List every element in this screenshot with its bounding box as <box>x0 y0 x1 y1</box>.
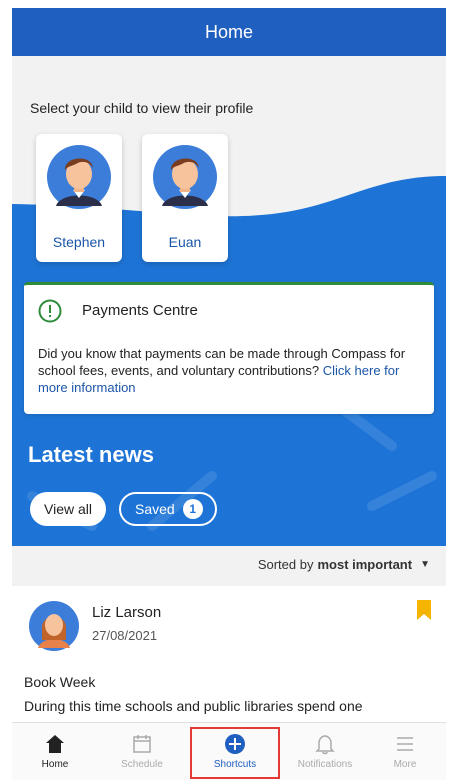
latest-news-heading: Latest news <box>28 442 154 467</box>
select-child-label: Select your child to view their profile <box>30 100 254 116</box>
bell-icon <box>315 735 335 755</box>
tab-label: Notifications <box>297 759 353 770</box>
sort-prefix: Sorted by <box>257 556 314 572</box>
plus-circle-icon <box>225 734 245 754</box>
bottom-tab-bar: Home Schedule Shortcuts Notifications Mo… <box>12 722 446 780</box>
calendar-icon <box>133 735 151 753</box>
child-name: Euan <box>168 234 202 250</box>
child-card-euan[interactable]: Euan <box>142 134 228 262</box>
tab-schedule[interactable]: Schedule <box>99 729 185 779</box>
tab-label: More <box>393 759 417 770</box>
sort-value[interactable]: most important <box>317 557 412 572</box>
caret-down-icon[interactable]: ▼ <box>420 559 430 570</box>
payments-centre-card: Payments Centre Did you know that paymen… <box>24 282 434 414</box>
tab-label: Shortcuts <box>213 759 257 770</box>
app-header: Home <box>12 8 446 56</box>
view-all-label: View all <box>44 501 92 517</box>
view-all-button[interactable]: View all <box>30 492 106 526</box>
tab-notifications[interactable]: Notifications <box>282 729 368 779</box>
bookmark-icon[interactable] <box>417 600 431 620</box>
payments-body: Did you know that payments can be made t… <box>38 345 418 396</box>
child-avatar-icon <box>153 145 217 209</box>
news-headline: Book Week <box>24 674 96 690</box>
home-icon <box>46 735 64 753</box>
saved-button[interactable]: Saved 1 <box>119 492 217 526</box>
alert-circle-icon <box>38 299 62 323</box>
child-card-stephen[interactable]: Stephen <box>36 134 122 262</box>
tab-more[interactable]: More <box>362 729 446 779</box>
payments-title: Payments Centre <box>82 302 198 319</box>
menu-icon <box>397 737 413 751</box>
child-name: Stephen <box>52 234 106 250</box>
author-avatar <box>29 601 79 651</box>
app-screen: Home Select your child to view their pro… <box>12 8 446 780</box>
post-date: 27/08/2021 <box>92 628 158 643</box>
sort-bar: Sorted by most important ▼ <box>12 546 446 582</box>
tab-label: Home <box>41 759 69 770</box>
page-title: Home <box>204 21 253 42</box>
tab-shortcuts[interactable]: Shortcuts <box>192 729 278 779</box>
child-avatar-icon <box>47 145 111 209</box>
tab-label: Schedule <box>121 759 163 770</box>
tab-home[interactable]: Home <box>12 729 98 779</box>
hero-section: Select your child to view their profile … <box>12 56 446 546</box>
saved-label: Saved <box>135 501 175 517</box>
saved-count-badge: 1 <box>182 499 203 519</box>
news-item[interactable]: Liz Larson 27/08/2021 Book Week During t… <box>12 586 446 728</box>
author-name: Liz Larson <box>92 604 162 621</box>
news-excerpt: During this time schools and public libr… <box>24 698 363 714</box>
